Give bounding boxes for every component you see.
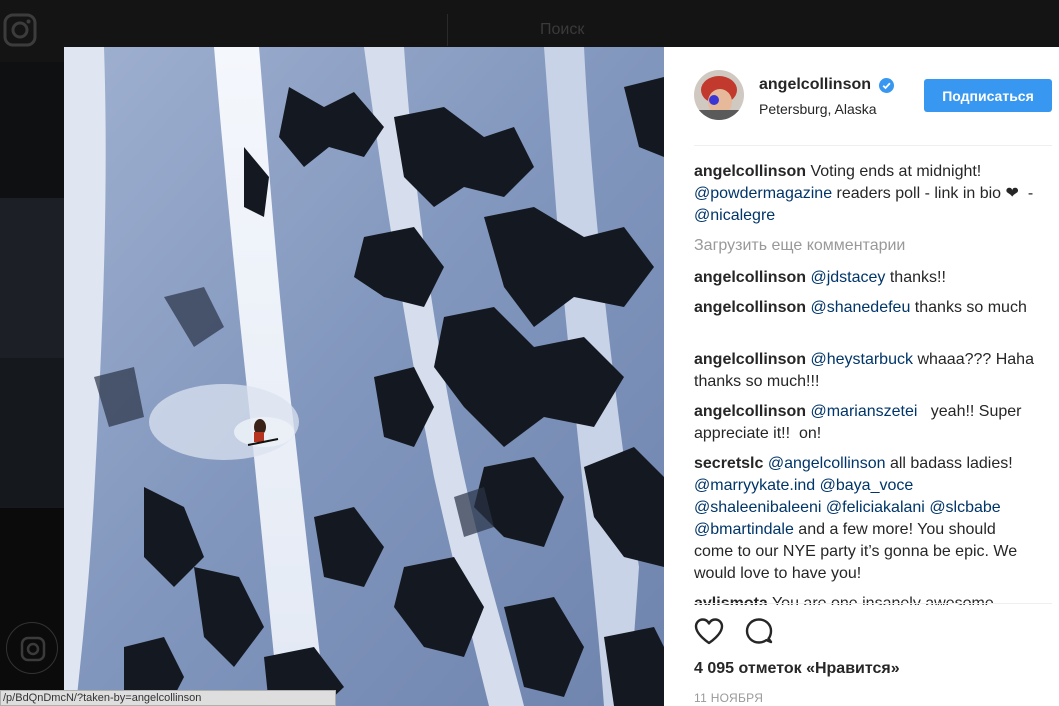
mention-link[interactable]: @slcbabe [929, 499, 1000, 516]
comment-author[interactable]: angelcollinson [694, 403, 806, 420]
post-photo[interactable] [64, 47, 664, 706]
author-username[interactable]: angelcollinson [759, 76, 871, 94]
header-divider [694, 145, 1052, 146]
comment-author[interactable]: angelcollinson [694, 299, 806, 316]
caption-text: ❤︎ ‌ ‌-‌ ‌ [1005, 185, 1038, 202]
post-sidebar: angelcollinson Petersburg, Alaska Подпис… [664, 47, 1059, 706]
post-modal: angelcollinson Petersburg, Alaska Подпис… [64, 47, 1059, 706]
comment-item: angelcollinson @shanedefeu thanks so muc… [694, 297, 1039, 341]
mention-link[interactable]: @baya_voce [820, 477, 914, 494]
mention-link[interactable]: @jdstacey [810, 269, 885, 286]
instagram-logo-icon [3, 13, 37, 47]
comment-icon[interactable] [744, 617, 774, 645]
comment-author[interactable]: secretslc [694, 455, 763, 472]
mention-link[interactable]: @powdermagazine [694, 185, 832, 202]
comment-item: angelcollinson @jdstacey thanks!! ‌ ‌ [694, 267, 1039, 289]
background-page [0, 62, 64, 706]
mention-link[interactable]: @shanedefeu [810, 299, 910, 316]
comment-item: angelcollinson @heystarbuck whaaa??? Hah… [694, 349, 1039, 393]
mention-link[interactable]: @heystarbuck [810, 351, 913, 368]
camera-icon [6, 622, 58, 674]
mention-link[interactable]: @angelcollinson [768, 455, 886, 472]
heart-icon[interactable] [694, 617, 724, 645]
post-location[interactable]: Petersburg, Alaska [759, 101, 877, 117]
verified-badge-icon [879, 78, 894, 93]
follow-button[interactable]: Подписаться [924, 79, 1052, 112]
caption-author[interactable]: angelcollinson [694, 163, 806, 180]
comment-item: secretslc @angelcollinson all badass lad… [694, 453, 1039, 585]
comment-text: thanks so much ‌ ‌ ‌ [914, 299, 1036, 316]
actions-divider [694, 603, 1052, 604]
mention-link[interactable]: @bmartindale [694, 521, 794, 538]
mention-link[interactable]: @marryykate.ind [694, 477, 815, 494]
caption-text: readers poll - link in bio [836, 185, 1002, 202]
status-bar-url: /p/BdQnDmcN/?taken-by=angelcollinson [0, 690, 336, 706]
post-header: angelcollinson Petersburg, Alaska Подпис… [664, 47, 1059, 145]
comment-author[interactable]: angelcollinson [694, 269, 806, 286]
post-caption: angelcollinson Voting ends at midnight! … [694, 161, 1039, 227]
comment-text: thanks!! ‌ ‌ [889, 269, 955, 286]
caption-text: Voting ends at midnight! [810, 163, 982, 180]
likes-count[interactable]: 4 095 отметок «Нравится» [694, 660, 900, 678]
background-search: Поиск [447, 14, 657, 46]
mention-link[interactable]: @feliciakalani [826, 499, 925, 516]
avatar[interactable] [694, 70, 744, 120]
comments-list: angelcollinson Voting ends at midnight! … [694, 161, 1039, 605]
comment-text: all badass ladies! [889, 455, 1013, 472]
post-date[interactable]: 11 НОЯБРЯ [694, 691, 763, 705]
mention-link[interactable]: @nicalegre [694, 207, 775, 224]
mention-link[interactable]: @shaleenibaleeni [694, 499, 821, 516]
mention-link[interactable]: @marianszetei [810, 403, 917, 420]
comment-author[interactable]: angelcollinson [694, 351, 806, 368]
comment-item: angelcollinson @marianszetei ‌ ‌ yeah!! … [694, 401, 1039, 445]
photo-image [64, 47, 664, 706]
load-more-comments[interactable]: Загрузить еще комментарии [694, 235, 1039, 257]
